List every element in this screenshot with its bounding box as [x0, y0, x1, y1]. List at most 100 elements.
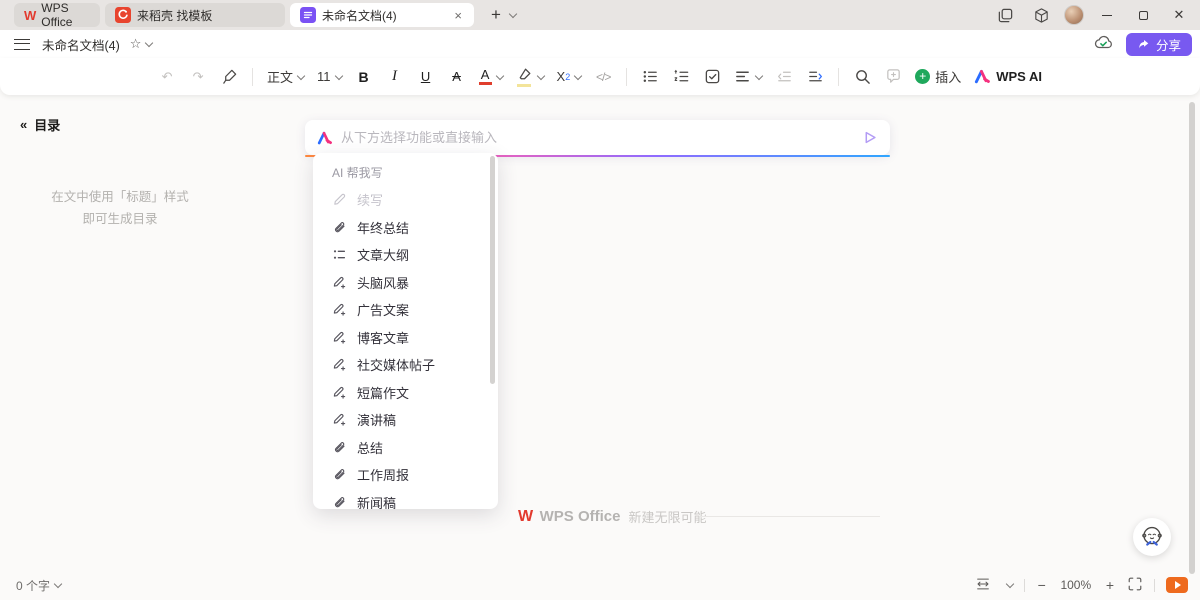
wps-office-window: W WPS Office 来稻壳 找模板 未命名文档(4) × + ✕ 未命名文… — [0, 0, 1200, 600]
minimize-button[interactable] — [1094, 2, 1120, 28]
ai-prompt-bar — [305, 120, 890, 155]
title-chevron-down-icon[interactable] — [145, 39, 153, 47]
font-color-letter: A — [481, 68, 490, 81]
tab-docer-templates[interactable]: 来稻壳 找模板 — [105, 3, 285, 27]
tab-close-icon[interactable]: × — [452, 9, 464, 22]
superscript-button[interactable]: X2 — [555, 64, 584, 90]
undo-icon[interactable]: ↶ — [156, 64, 178, 90]
ai-menu-item-year-end-summary[interactable]: 年终总结 — [313, 214, 498, 242]
user-avatar[interactable] — [1064, 5, 1084, 25]
divider — [838, 68, 839, 86]
ai-menu-item-press-release[interactable]: 新闻稿 — [313, 489, 498, 510]
pencil-spark-icon — [332, 302, 347, 317]
ai-menu-item-blog-post[interactable]: 博客文章 — [313, 324, 498, 352]
tab-wps-office-home[interactable]: W WPS Office — [14, 3, 100, 27]
alignment-button[interactable] — [732, 64, 764, 90]
word-count[interactable]: 0 个字 — [16, 577, 50, 594]
superscript-base: X — [557, 69, 566, 84]
share-button[interactable]: 分享 — [1126, 33, 1192, 56]
comment-icon[interactable] — [882, 64, 904, 90]
status-bar-right: − 100% + — [975, 576, 1188, 595]
wps-ai-logo-icon — [317, 131, 333, 145]
favorite-star-icon[interactable]: ☆ — [130, 36, 142, 52]
superscript-exp: 2 — [565, 72, 570, 82]
page-view-mode-icon[interactable] — [975, 576, 991, 595]
formatting-toolbar: ↶ ↷ 正文 11 B I U A A X2 </> +插入 WPS AI — [0, 58, 1200, 95]
search-icon[interactable] — [851, 64, 873, 90]
insert-plus-icon: + — [915, 69, 930, 84]
toc-title: 目录 — [34, 115, 60, 134]
chevron-down-icon — [536, 71, 544, 79]
zoom-level[interactable]: 100% — [1059, 578, 1093, 592]
decrease-indent-icon[interactable] — [773, 64, 795, 90]
zoom-out-button[interactable]: − — [1036, 577, 1048, 593]
ai-menu-item-article-outline[interactable]: 文章大纲 — [313, 241, 498, 269]
pencil-spark-icon — [332, 412, 347, 427]
font-color-button[interactable]: A — [477, 64, 505, 90]
code-block-button[interactable]: </> — [592, 64, 614, 90]
tab-label: 未命名文档(4) — [322, 7, 397, 24]
ai-menu-item-summary[interactable]: 总结 — [313, 434, 498, 462]
italic-button[interactable]: I — [384, 64, 406, 90]
toc-header: « 目录 — [20, 115, 60, 134]
numbered-list-icon[interactable] — [670, 64, 692, 90]
pencil-icon — [332, 192, 347, 207]
ai-menu-item-ad-copy[interactable]: 广告文案 — [313, 296, 498, 324]
ai-menu-item-speech-draft[interactable]: 演讲稿 — [313, 406, 498, 434]
menu-scrollbar-thumb[interactable] — [490, 156, 495, 384]
document-title: 未命名文档(4) — [42, 35, 120, 54]
insert-button[interactable]: +插入 — [913, 64, 963, 90]
ai-menu-item-continue-writing: 续写 — [313, 186, 498, 214]
zoom-in-button[interactable]: + — [1104, 577, 1116, 593]
format-painter-icon[interactable] — [218, 64, 240, 90]
main-menu-icon[interactable] — [14, 39, 30, 50]
collapse-toc-icon[interactable]: « — [20, 117, 27, 132]
title-row-right: 分享 — [1094, 33, 1192, 56]
highlight-button[interactable] — [514, 64, 546, 90]
wps-ai-button[interactable]: WPS AI — [972, 64, 1044, 90]
toc-empty-hint: 在文中使用「标题」样式 即可生成目录 — [30, 186, 210, 230]
new-tab-button[interactable]: + — [487, 5, 505, 25]
tutorial-play-button[interactable] — [1166, 577, 1188, 593]
paperclip-icon — [332, 495, 347, 509]
checklist-icon[interactable] — [701, 64, 723, 90]
bullet-list-icon[interactable] — [639, 64, 661, 90]
paragraph-style-select[interactable]: 正文 — [265, 64, 306, 90]
ai-menu-item-brainstorm[interactable]: 头脑风暴 — [313, 269, 498, 297]
document-scrollbar-thumb[interactable] — [1189, 102, 1195, 574]
package-cube-icon[interactable] — [1028, 2, 1054, 28]
ai-menu-item-social-media-post[interactable]: 社交媒体帖子 — [313, 351, 498, 379]
paragraph-style-value: 正文 — [267, 67, 293, 86]
cloud-saved-icon[interactable] — [1094, 34, 1114, 55]
wps-ai-logo-icon — [974, 68, 991, 85]
bold-button[interactable]: B — [353, 64, 375, 90]
send-icon[interactable] — [863, 130, 878, 145]
chevron-down-icon — [495, 71, 503, 79]
redo-icon[interactable]: ↷ — [187, 64, 209, 90]
font-size-select[interactable]: 11 — [315, 64, 344, 90]
strikethrough-button[interactable]: A — [446, 64, 468, 90]
divider — [1024, 579, 1025, 592]
status-bar: 0 个字 − 100% + — [0, 574, 1200, 600]
ai-prompt-input[interactable] — [341, 130, 863, 145]
ai-menu-item-weekly-work-report[interactable]: 工作周报 — [313, 461, 498, 489]
watermark-divider-line — [700, 516, 880, 517]
underline-button[interactable]: U — [415, 64, 437, 90]
assistant-mascot-button[interactable] — [1133, 518, 1171, 556]
ai-suggestions-menu: AI 帮我写 续写 年终总结 文章大纲 头脑风暴 广告文案 博客文章 社交媒体帖… — [313, 153, 498, 509]
paperclip-icon — [332, 440, 347, 455]
share-arrow-icon — [1137, 37, 1151, 51]
word-count-chevron-down-icon[interactable] — [54, 580, 62, 588]
tab-untitled-document[interactable]: 未命名文档(4) × — [290, 3, 474, 27]
fit-screen-icon[interactable] — [1127, 576, 1143, 595]
share-label: 分享 — [1156, 35, 1181, 54]
ai-menu-item-short-essay[interactable]: 短篇作文 — [313, 379, 498, 407]
tab-layout-icon[interactable] — [992, 2, 1018, 28]
increase-indent-icon[interactable] — [804, 64, 826, 90]
new-tab-chevron-down-icon[interactable] — [509, 10, 517, 18]
maximize-button[interactable] — [1130, 2, 1156, 28]
pencil-spark-icon — [332, 275, 347, 290]
close-window-button[interactable]: ✕ — [1166, 2, 1192, 28]
wps-logo-icon: W — [518, 508, 532, 526]
view-mode-chevron-down-icon[interactable] — [1005, 580, 1013, 588]
